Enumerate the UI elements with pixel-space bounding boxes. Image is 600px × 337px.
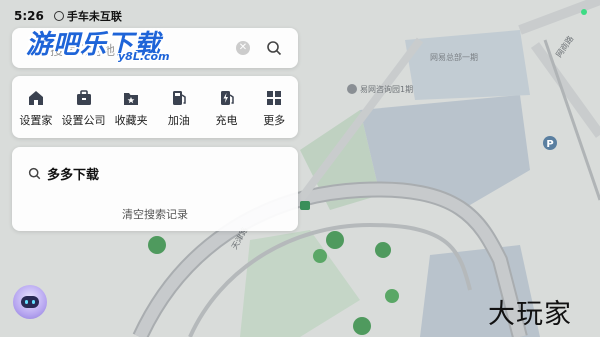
robot-eye — [25, 300, 28, 304]
star-folder-icon — [124, 93, 139, 105]
network-label: 手车未互联 — [66, 10, 122, 23]
briefcase-icon — [76, 90, 91, 105]
area-label: 网易总部一期 — [430, 52, 478, 62]
quick-action-label: 收藏夹 — [114, 114, 148, 127]
robot-eye — [32, 300, 35, 304]
tree-marker — [148, 236, 166, 254]
gas-station-icon — [172, 91, 186, 105]
charging-icon — [220, 91, 234, 105]
quick-action-fuel[interactable]: 加油 — [155, 76, 203, 138]
quick-action-label: 更多 — [263, 114, 286, 127]
corner-watermark: 大玩家 — [488, 299, 572, 330]
network-status: 手车未互联 — [53, 8, 122, 24]
quick-action-charge[interactable]: 充电 — [203, 76, 251, 138]
quick-action-home[interactable]: 设置家 — [12, 76, 60, 138]
status-time: 5:26 — [14, 9, 44, 23]
quick-action-label: 设置公司 — [61, 114, 106, 127]
search-history: 多多下载 清空搜索记录 — [12, 147, 298, 231]
quick-action-more[interactable]: 更多 — [250, 76, 298, 138]
quick-action-favorites[interactable]: 收藏夹 — [107, 76, 155, 138]
search-icon[interactable] — [266, 40, 282, 56]
tree-marker — [385, 289, 399, 303]
home-icon — [28, 91, 43, 105]
quick-action-label: 加油 — [167, 114, 190, 127]
bus-stop-icon — [300, 201, 310, 210]
svg-text:P: P — [546, 139, 553, 150]
clear-icon[interactable]: ✕ — [236, 41, 250, 55]
watermark-domain: y8L.com — [118, 50, 170, 63]
quick-action-company[interactable]: 设置公司 — [60, 76, 108, 138]
status-bar: 5:26 手车未互联 — [14, 8, 122, 24]
quick-action-label: 充电 — [215, 114, 238, 127]
clear-history-button[interactable]: 清空搜索记录 — [12, 206, 298, 222]
poi-icon — [347, 84, 357, 94]
poi-label: 易网咨询园1期 — [360, 84, 413, 94]
quick-action-label: 设置家 — [19, 114, 53, 127]
water-area — [405, 30, 530, 100]
tree-marker — [375, 242, 391, 258]
indicator-dot — [581, 9, 587, 15]
history-item-label: 多多下载 — [47, 168, 100, 183]
quick-actions: 设置家 设置公司 收藏夹 加油 充电 更多 — [12, 76, 298, 138]
tree-marker — [353, 317, 371, 335]
voice-assistant-avatar[interactable] — [13, 285, 47, 319]
tree-marker — [313, 249, 327, 263]
link-status-icon — [53, 11, 64, 21]
robot-face-icon — [21, 296, 39, 308]
tree-marker — [326, 231, 344, 249]
search-icon — [28, 167, 41, 180]
grid-icon — [267, 91, 282, 105]
history-item[interactable]: 多多下载 — [28, 164, 99, 183]
